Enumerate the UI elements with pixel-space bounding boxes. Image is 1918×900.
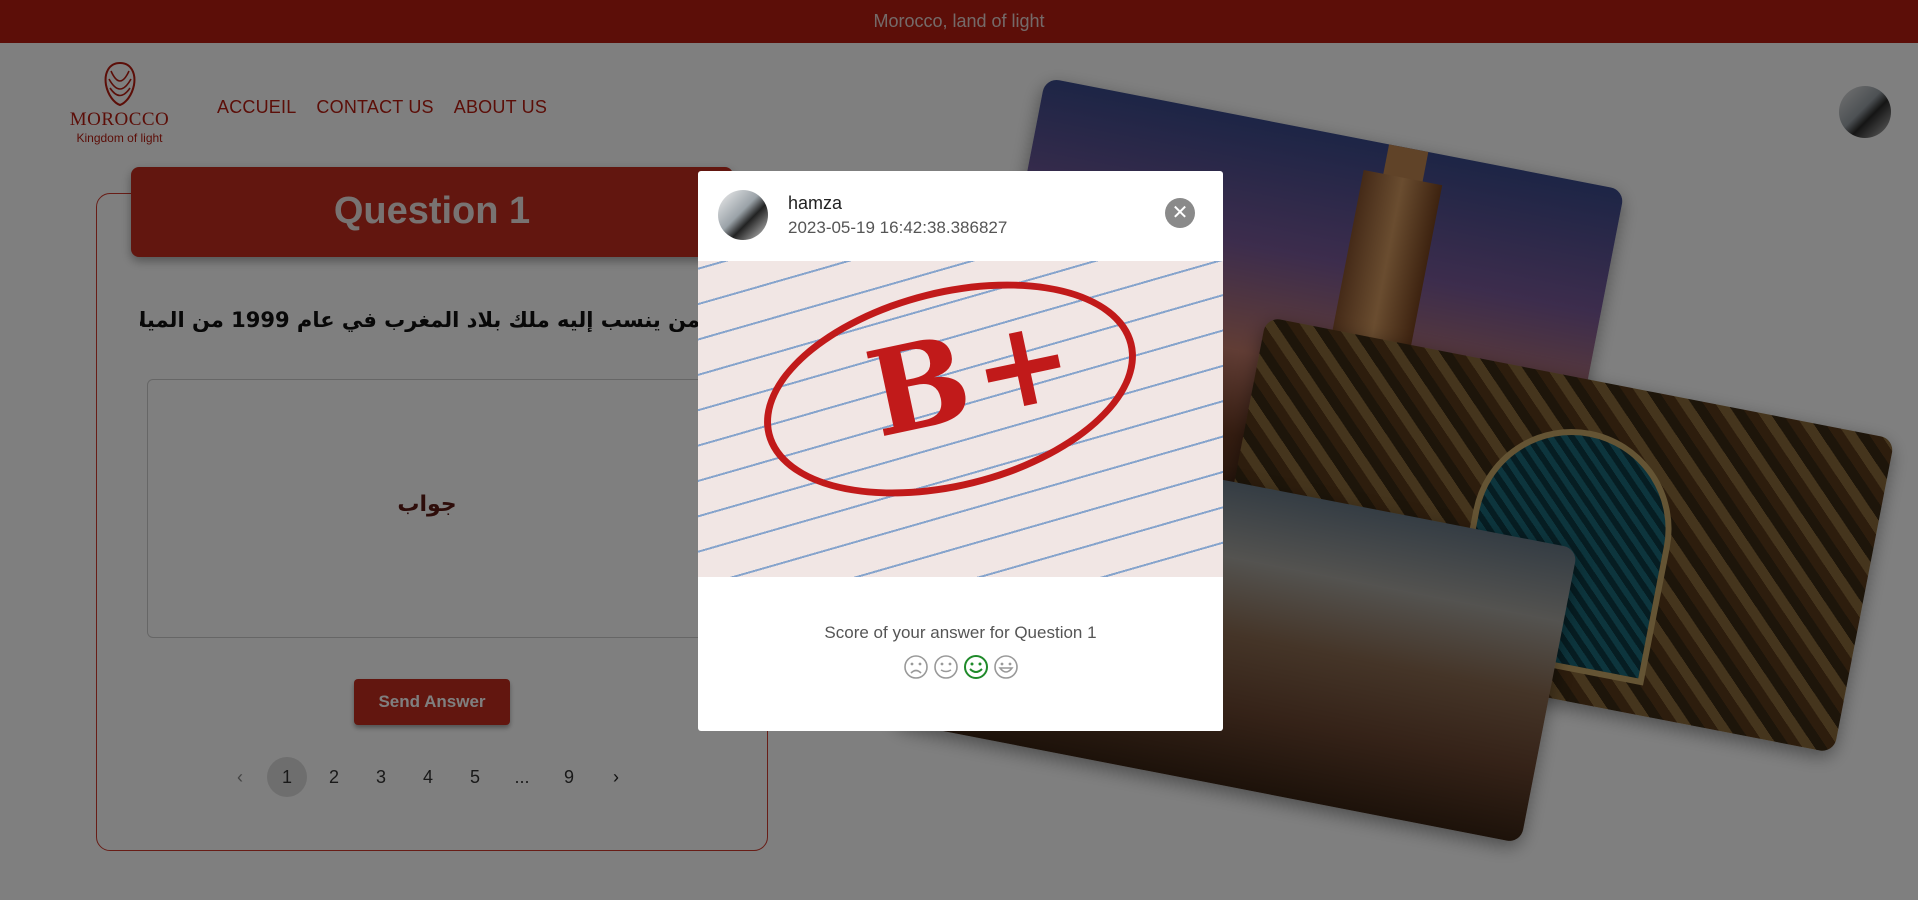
happy-face-icon[interactable] — [993, 654, 1019, 680]
score-caption: Score of your answer for Question 1 — [824, 623, 1097, 642]
modal-datetime: 2023-05-19 16:42:38.386827 — [788, 218, 1008, 237]
score-modal: hamza 2023-05-19 16:42:38.386827 ✕ B+ Sc… — [698, 171, 1223, 731]
smile-face-icon[interactable] — [963, 654, 989, 680]
modal-username: hamza — [788, 193, 843, 213]
close-icon[interactable]: ✕ — [1165, 198, 1195, 228]
modal-user-avatar — [718, 190, 768, 240]
neutral-face-icon[interactable] — [933, 654, 959, 680]
score-faces — [698, 654, 1223, 680]
grade-image: B+ — [698, 246, 1223, 577]
sad-face-icon[interactable] — [903, 654, 929, 680]
